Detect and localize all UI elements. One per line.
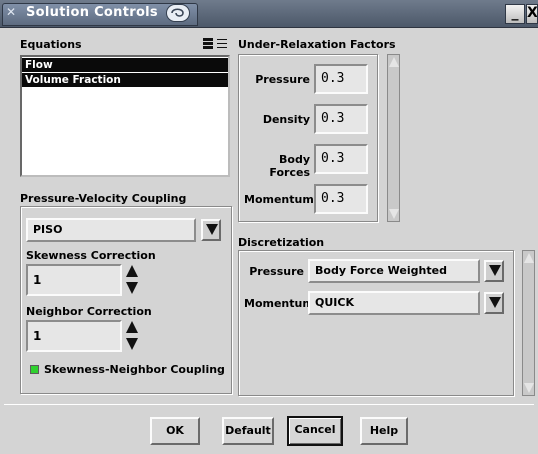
app-icon: ✕ bbox=[6, 5, 17, 19]
urf-momentum-field[interactable]: 0.3 bbox=[314, 184, 368, 214]
urf-body-forces-field[interactable]: 0.3 bbox=[314, 144, 368, 174]
neighbor-increment-icon[interactable] bbox=[126, 321, 138, 333]
skewness-correction-label: Skewness Correction bbox=[26, 249, 156, 262]
help-button[interactable]: Help bbox=[360, 417, 408, 445]
under-relaxation-label: Under-Relaxation Factors bbox=[238, 38, 396, 51]
skewness-correction-field[interactable]: 1 bbox=[26, 264, 122, 296]
pv-coupling-label: Pressure-Velocity Coupling bbox=[20, 192, 187, 205]
scroll-down-icon[interactable] bbox=[389, 209, 399, 219]
close-icon: X bbox=[527, 5, 538, 21]
urf-density-label: Density bbox=[262, 113, 310, 126]
window-title: Solution Controls bbox=[26, 5, 158, 20]
default-button[interactable]: Default bbox=[222, 417, 274, 445]
divider bbox=[4, 404, 534, 405]
list-select-all-icon[interactable] bbox=[203, 38, 213, 50]
disc-pressure-dropdown[interactable]: Body Force Weighted bbox=[308, 259, 480, 283]
equation-item-flow[interactable]: Flow bbox=[22, 58, 228, 72]
urf-density-field[interactable]: 0.3 bbox=[314, 104, 368, 134]
neighbor-decrement-icon[interactable] bbox=[126, 338, 138, 350]
urf-momentum-label: Momentum bbox=[244, 193, 314, 206]
urf-pressure-label: Pressure bbox=[255, 73, 310, 86]
discretization-scrollbar[interactable] bbox=[522, 250, 535, 396]
pv-scheme-dropdown-button[interactable] bbox=[201, 219, 221, 241]
discretization-label: Discretization bbox=[238, 236, 325, 249]
chevron-down-icon bbox=[489, 265, 501, 276]
chevron-down-icon bbox=[206, 224, 218, 235]
skewness-neighbor-coupling-checkbox[interactable] bbox=[30, 365, 39, 374]
skewness-neighbor-coupling-label: Skewness-Neighbor Coupling bbox=[44, 363, 225, 376]
cancel-button[interactable]: Cancel bbox=[287, 416, 343, 446]
skewness-decrement-icon[interactable] bbox=[126, 282, 138, 294]
urf-pressure-field[interactable]: 0.3 bbox=[314, 64, 368, 94]
scroll-up-icon[interactable] bbox=[524, 253, 534, 263]
skewness-increment-icon[interactable] bbox=[126, 265, 138, 277]
disc-momentum-dropdown-button[interactable] bbox=[484, 292, 504, 314]
minimize-icon: _ bbox=[511, 5, 519, 21]
swirl-icon bbox=[166, 4, 190, 22]
disc-pressure-dropdown-button[interactable] bbox=[484, 260, 504, 282]
under-relaxation-scrollbar[interactable] bbox=[387, 54, 400, 222]
equation-item-volume-fraction[interactable]: Volume Fraction bbox=[22, 73, 228, 87]
ok-button[interactable]: OK bbox=[150, 417, 200, 445]
neighbor-correction-field[interactable]: 1 bbox=[26, 320, 122, 352]
pv-scheme-dropdown[interactable]: PISO bbox=[26, 218, 196, 242]
urf-body-forces-label: Body Forces bbox=[269, 153, 310, 179]
scroll-down-icon[interactable] bbox=[524, 383, 534, 393]
minimize-button[interactable]: _ bbox=[505, 4, 525, 24]
disc-momentum-label: Momentum bbox=[244, 297, 314, 310]
scroll-up-icon[interactable] bbox=[389, 57, 399, 67]
close-button[interactable]: X bbox=[526, 4, 538, 24]
chevron-down-icon bbox=[489, 297, 501, 308]
list-deselect-all-icon[interactable] bbox=[217, 38, 227, 50]
neighbor-correction-label: Neighbor Correction bbox=[26, 305, 152, 318]
disc-momentum-dropdown[interactable]: QUICK bbox=[308, 291, 480, 315]
equations-listbox[interactable]: Flow Volume Fraction bbox=[20, 55, 230, 177]
equations-label: Equations bbox=[20, 38, 82, 51]
disc-pressure-label: Pressure bbox=[249, 265, 304, 278]
